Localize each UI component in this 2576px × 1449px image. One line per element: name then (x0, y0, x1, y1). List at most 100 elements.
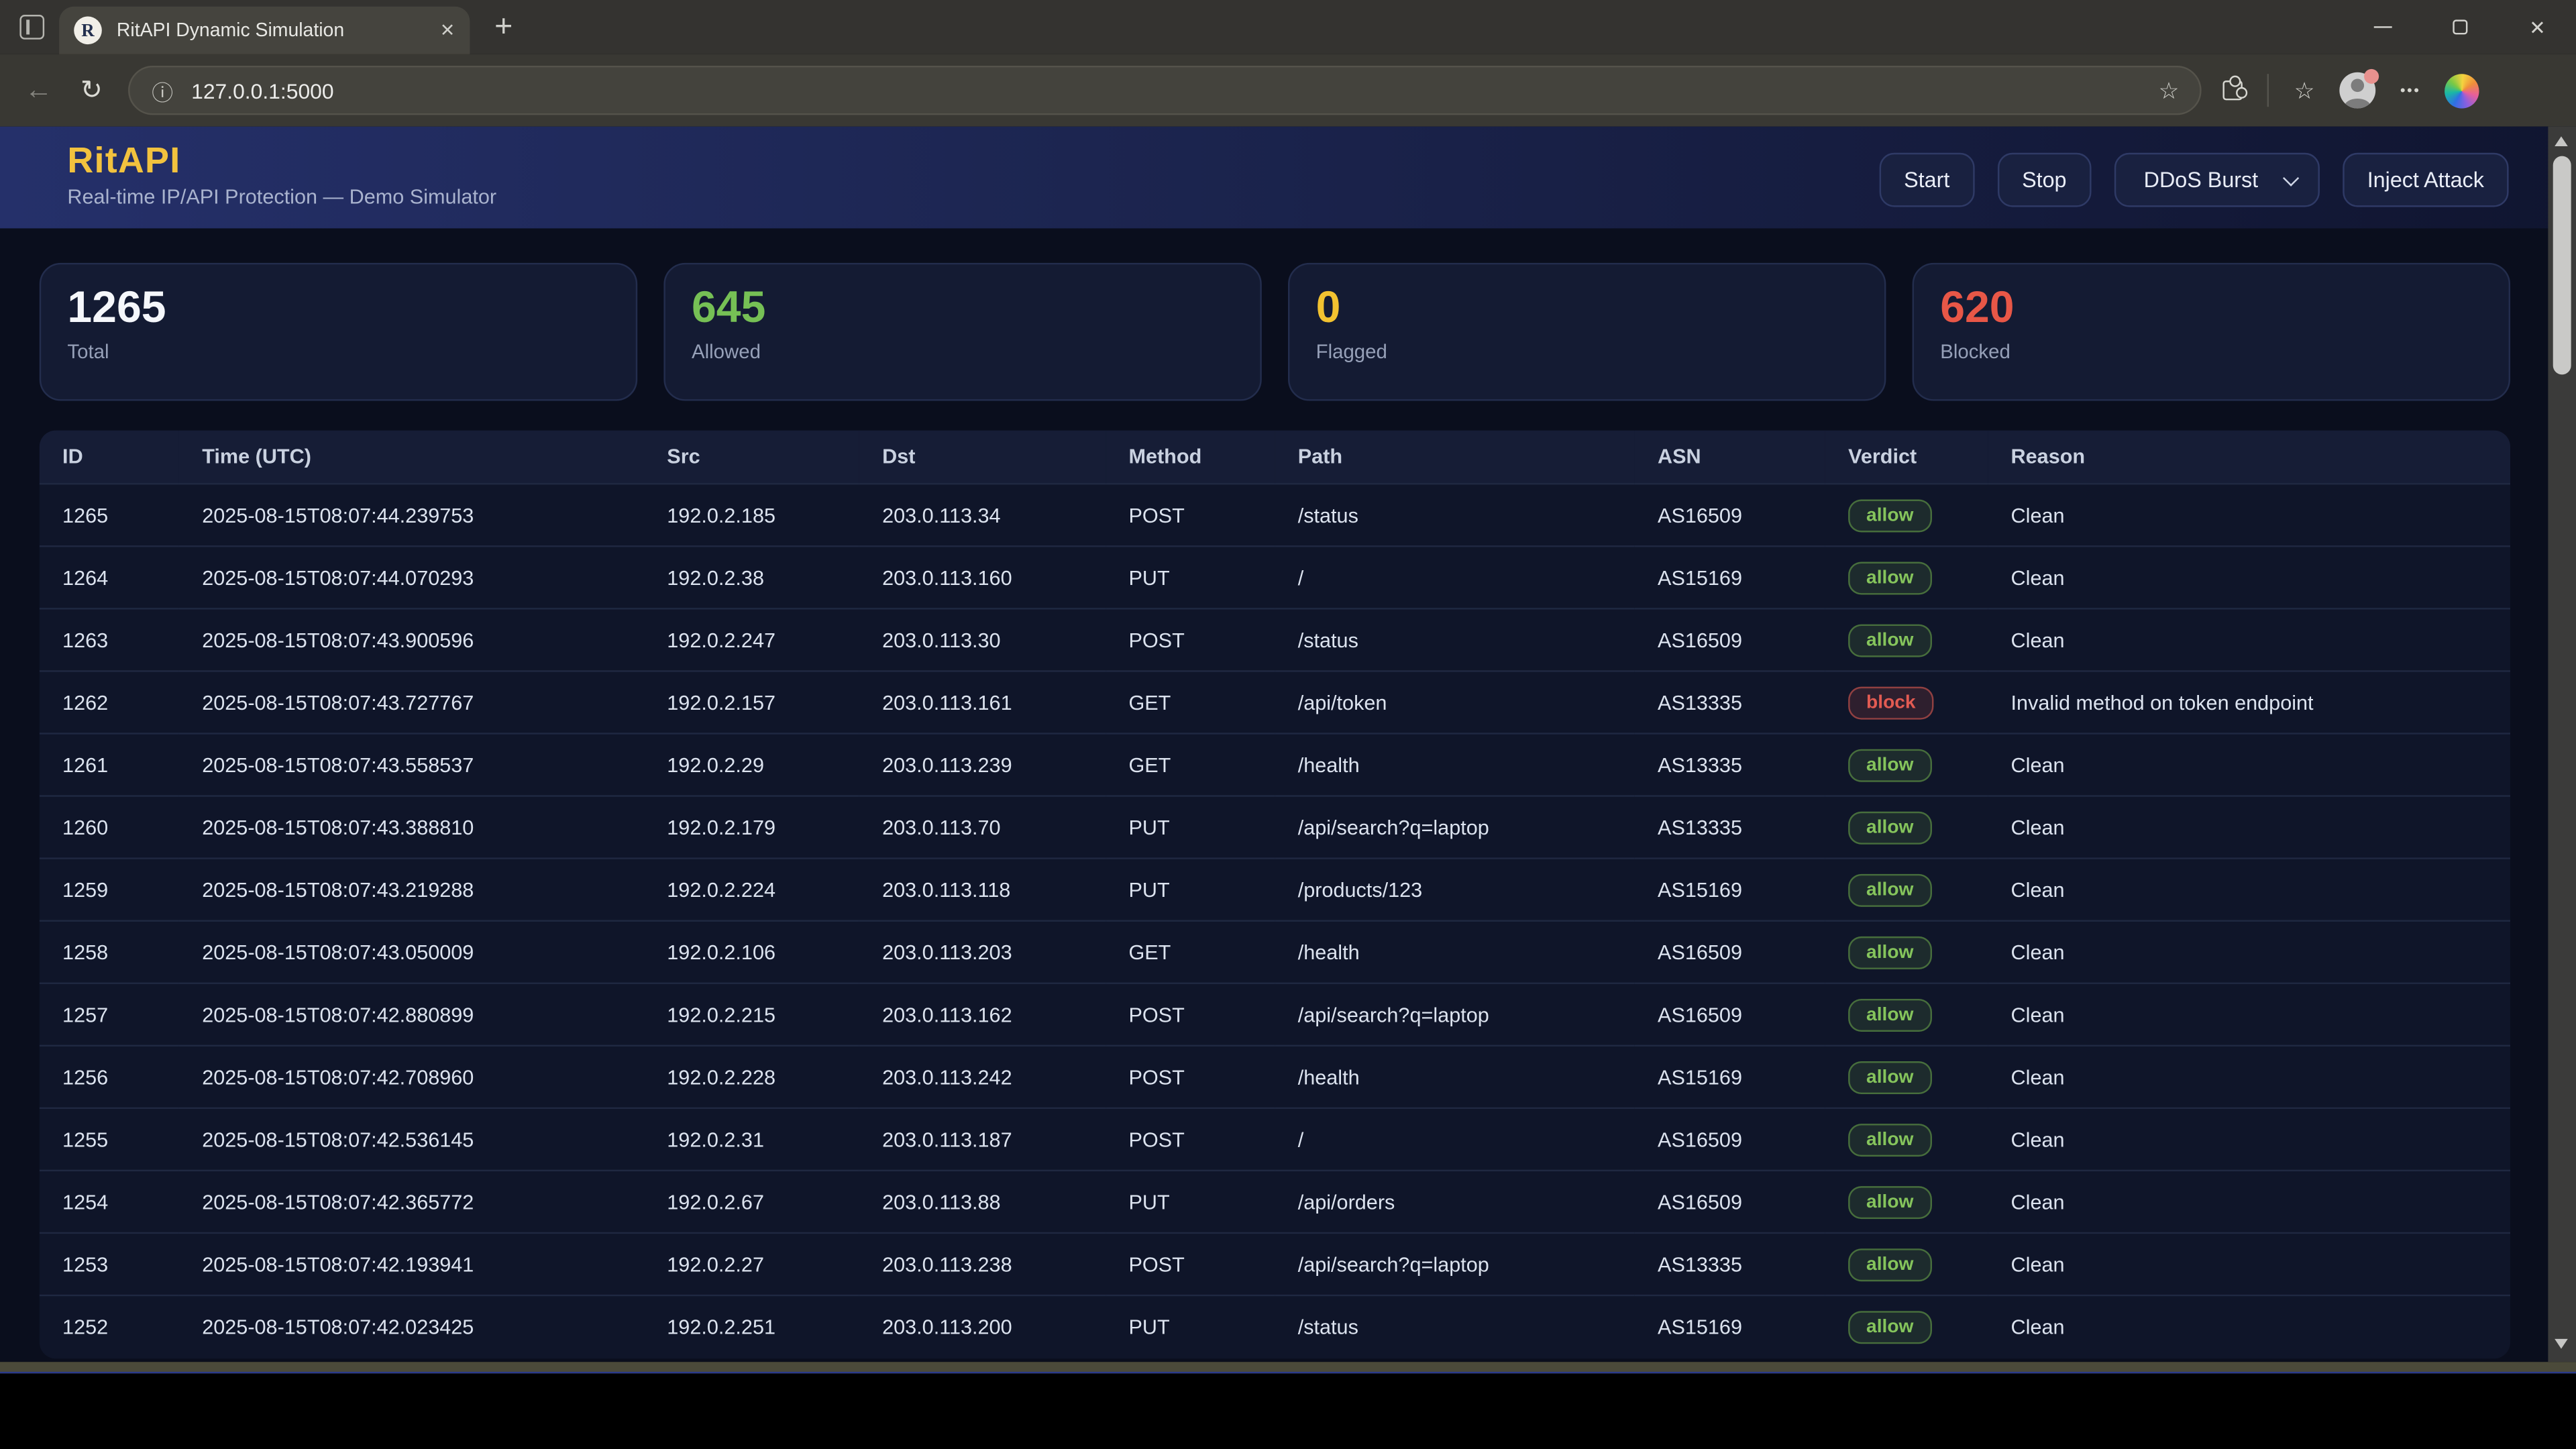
scrollbar-thumb[interactable] (2553, 156, 2571, 375)
cell-path: /api/search?q=laptop (1275, 983, 1634, 1046)
cell-method: POST (1106, 484, 1275, 546)
restore-icon (2453, 19, 2467, 34)
cell-id: 1259 (40, 859, 179, 921)
cell-reason: Clean (1988, 1233, 2510, 1295)
attack-type-select[interactable]: DDoS Burst (2114, 153, 2320, 207)
cell-verdict: allow (1825, 1108, 1988, 1171)
cell-reason: Clean (1988, 1295, 2510, 1358)
verdict-badge: allow (1848, 936, 1931, 969)
back-icon[interactable]: ← (25, 74, 53, 107)
cell-path: /status (1275, 1295, 1634, 1358)
cell-src: 192.0.2.251 (644, 1295, 859, 1358)
cell-method: GET (1106, 921, 1275, 983)
cell-id: 1255 (40, 1108, 179, 1171)
tab-favicon-icon: R (74, 16, 102, 44)
cell-src: 192.0.2.67 (644, 1171, 859, 1233)
bookmark-star-icon[interactable]: ☆ (2159, 76, 2180, 105)
cell-dst: 203.0.113.200 (859, 1295, 1106, 1358)
scrollbar-down-icon[interactable] (2555, 1339, 2568, 1349)
more-menu-icon[interactable]: ••• (2400, 82, 2420, 98)
minimize-icon (2374, 26, 2392, 29)
inject-attack-button[interactable]: Inject Attack (2343, 153, 2509, 207)
verdict-badge: allow (1848, 561, 1931, 594)
stat-label: Allowed (692, 341, 1234, 364)
cell-verdict: allow (1825, 546, 1988, 608)
stat-value: 620 (1940, 281, 2482, 334)
reload-icon[interactable]: ↻ (80, 74, 103, 107)
cell-id: 1254 (40, 1171, 179, 1233)
header-buttons: Start Stop DDoS Burst Inject Attack (1879, 153, 2508, 207)
chevron-down-icon (2283, 170, 2299, 186)
table-row: 12582025-08-15T08:07:43.050009192.0.2.10… (40, 921, 2510, 983)
cell-time: 2025-08-15T08:07:42.023425 (179, 1295, 644, 1358)
tab-close-icon[interactable]: ✕ (440, 19, 455, 41)
cell-reason: Clean (1988, 1108, 2510, 1171)
url-text: 127.0.0.1:5000 (191, 78, 2158, 103)
cell-reason: Invalid method on token endpoint (1988, 671, 2510, 733)
cell-reason: Clean (1988, 1171, 2510, 1233)
cell-reason: Clean (1988, 608, 2510, 671)
cell-path: /api/search?q=laptop (1275, 1233, 1634, 1295)
browser-toolbar: ← ↻ ⓘ 127.0.0.1:5000 ☆ ☆ ••• (0, 54, 2576, 127)
cell-id: 1265 (40, 484, 179, 546)
cell-method: POST (1106, 1233, 1275, 1295)
column-header: Path (1275, 431, 1634, 484)
cell-id: 1262 (40, 671, 179, 733)
cell-dst: 203.0.113.70 (859, 796, 1106, 859)
cell-method: GET (1106, 671, 1275, 733)
cell-method: GET (1106, 733, 1275, 796)
column-header: ID (40, 431, 179, 484)
table-row: 12642025-08-15T08:07:44.070293192.0.2.38… (40, 546, 2510, 608)
cell-reason: Clean (1988, 796, 2510, 859)
tab-actions-icon[interactable] (19, 15, 44, 40)
start-button[interactable]: Start (1879, 153, 1974, 207)
stop-button[interactable]: Stop (1997, 153, 2091, 207)
attack-type-value: DDoS Burst (2144, 168, 2259, 193)
cell-dst: 203.0.113.203 (859, 921, 1106, 983)
cell-src: 192.0.2.29 (644, 733, 859, 796)
browser-tab-strip: R RitAPI Dynamic Simulation ✕ + ✕ (0, 0, 2576, 54)
cell-asn: AS13335 (1635, 733, 1825, 796)
restore-button[interactable] (2422, 0, 2499, 54)
profile-button[interactable] (2339, 72, 2375, 109)
notification-dot (2364, 69, 2379, 84)
table-row: 12602025-08-15T08:07:43.388810192.0.2.17… (40, 796, 2510, 859)
new-tab-button[interactable]: + (494, 11, 513, 43)
cell-dst: 203.0.113.242 (859, 1046, 1106, 1108)
cell-time: 2025-08-15T08:07:43.558537 (179, 733, 644, 796)
verdict-badge: allow (1848, 498, 1931, 531)
cell-path: /products/123 (1275, 859, 1634, 921)
cell-dst: 203.0.113.162 (859, 983, 1106, 1046)
cell-path: /api/search?q=laptop (1275, 796, 1634, 859)
tab-title: RitAPI Dynamic Simulation (117, 19, 430, 41)
minimize-button[interactable] (2345, 0, 2422, 54)
toolbar-divider (2268, 74, 2269, 107)
site-info-icon[interactable]: ⓘ (152, 74, 173, 106)
scrollbar[interactable] (2548, 127, 2576, 1362)
cell-dst: 203.0.113.187 (859, 1108, 1106, 1171)
cell-reason: Clean (1988, 983, 2510, 1046)
stat-value: 1265 (67, 281, 609, 334)
copilot-icon[interactable] (2445, 73, 2479, 107)
stat-card-flagged: 0 Flagged (1288, 263, 1886, 401)
cell-time: 2025-08-15T08:07:43.219288 (179, 859, 644, 921)
cell-asn: AS16509 (1635, 983, 1825, 1046)
cell-method: PUT (1106, 1171, 1275, 1233)
stat-card-total: 1265 Total (40, 263, 637, 401)
window-controls: ✕ (2345, 0, 2576, 54)
table-row: 12522025-08-15T08:07:42.023425192.0.2.25… (40, 1295, 2510, 1358)
cell-time: 2025-08-15T08:07:42.880899 (179, 983, 644, 1046)
browser-tab[interactable]: R RitAPI Dynamic Simulation ✕ (59, 7, 470, 54)
favorites-bar-icon[interactable]: ☆ (2294, 76, 2315, 105)
verdict-badge: allow (1848, 1311, 1931, 1344)
cell-reason: Clean (1988, 921, 2510, 983)
extensions-icon[interactable] (2223, 80, 2243, 100)
scrollbar-up-icon[interactable] (2555, 136, 2568, 146)
table-row: 12592025-08-15T08:07:43.219288192.0.2.22… (40, 859, 2510, 921)
column-header: Time (UTC) (179, 431, 644, 484)
cell-asn: AS13335 (1635, 671, 1825, 733)
cell-time: 2025-08-15T08:07:43.388810 (179, 796, 644, 859)
address-bar[interactable]: ⓘ 127.0.0.1:5000 ☆ (129, 66, 2202, 115)
verdict-badge: allow (1848, 998, 1931, 1031)
close-button[interactable]: ✕ (2499, 0, 2576, 54)
